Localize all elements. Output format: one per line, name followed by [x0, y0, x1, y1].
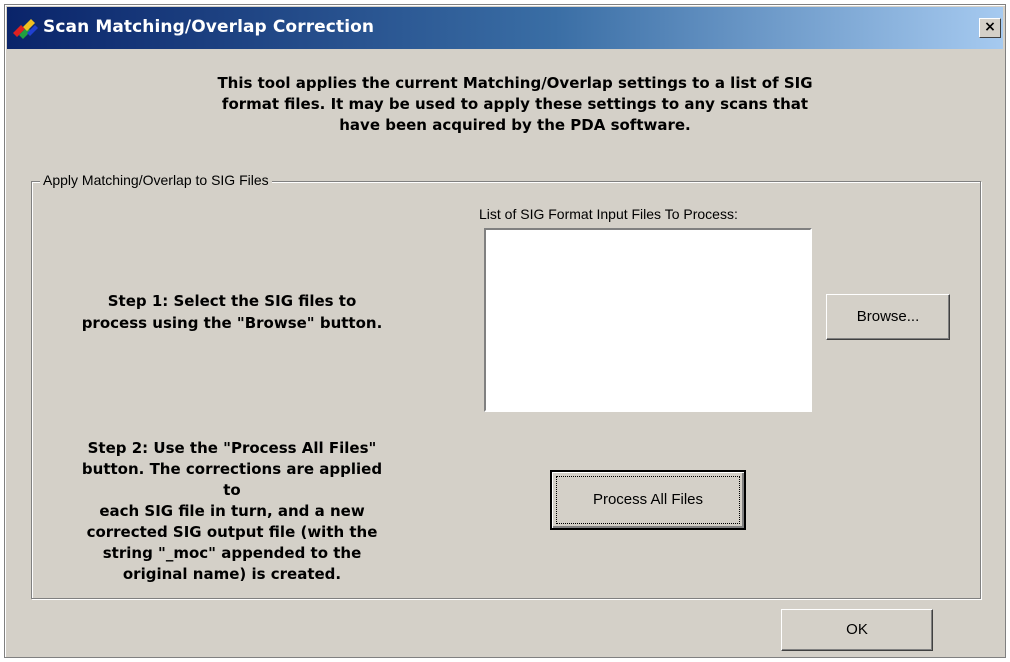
process-all-files-button[interactable]: Process All Files: [550, 470, 746, 530]
step1-line: Step 1: Select the SIG files to: [107, 292, 357, 310]
process-all-files-label: Process All Files: [592, 491, 704, 508]
step2-line: corrected SIG output file (with the: [86, 523, 378, 541]
sig-file-list[interactable]: [484, 228, 812, 412]
window-title: Scan Matching/Overlap Correction: [43, 17, 375, 37]
close-icon: ×: [984, 19, 996, 35]
title-bar[interactable]: Scan Matching/Overlap Correction ×: [7, 7, 1003, 49]
intro-text: This tool applies the current Matching/O…: [165, 73, 865, 136]
step2-line: each SIG file in turn, and a new: [99, 502, 365, 520]
dialog-window: Scan Matching/Overlap Correction × This …: [4, 4, 1006, 658]
ok-button[interactable]: OK: [781, 609, 933, 651]
group-legend: Apply Matching/Overlap to SIG Files: [40, 172, 272, 188]
intro-line: format files. It may be used to apply th…: [221, 95, 809, 113]
step2-instructions: Step 2: Use the "Process All Files" butt…: [72, 438, 392, 585]
intro-line: have been acquired by the PDA software.: [339, 116, 691, 134]
apply-matching-group: Apply Matching/Overlap to SIG Files Step…: [31, 172, 981, 599]
close-button[interactable]: ×: [979, 18, 1001, 38]
step1-instructions: Step 1: Select the SIG files to process …: [72, 290, 392, 334]
file-list-label: List of SIG Format Input Files To Proces…: [479, 206, 738, 222]
step2-line: original name) is created.: [122, 565, 342, 583]
step2-line: Step 2: Use the "Process All Files": [87, 439, 377, 457]
step2-line: string "_moc" appended to the: [102, 544, 362, 562]
step2-line: button. The corrections are applied to: [81, 460, 383, 499]
step1-line: process using the "Browse" button.: [81, 314, 383, 332]
app-logo-icon: [11, 17, 39, 39]
intro-line: This tool applies the current Matching/O…: [217, 74, 813, 92]
browse-button[interactable]: Browse...: [826, 294, 950, 340]
